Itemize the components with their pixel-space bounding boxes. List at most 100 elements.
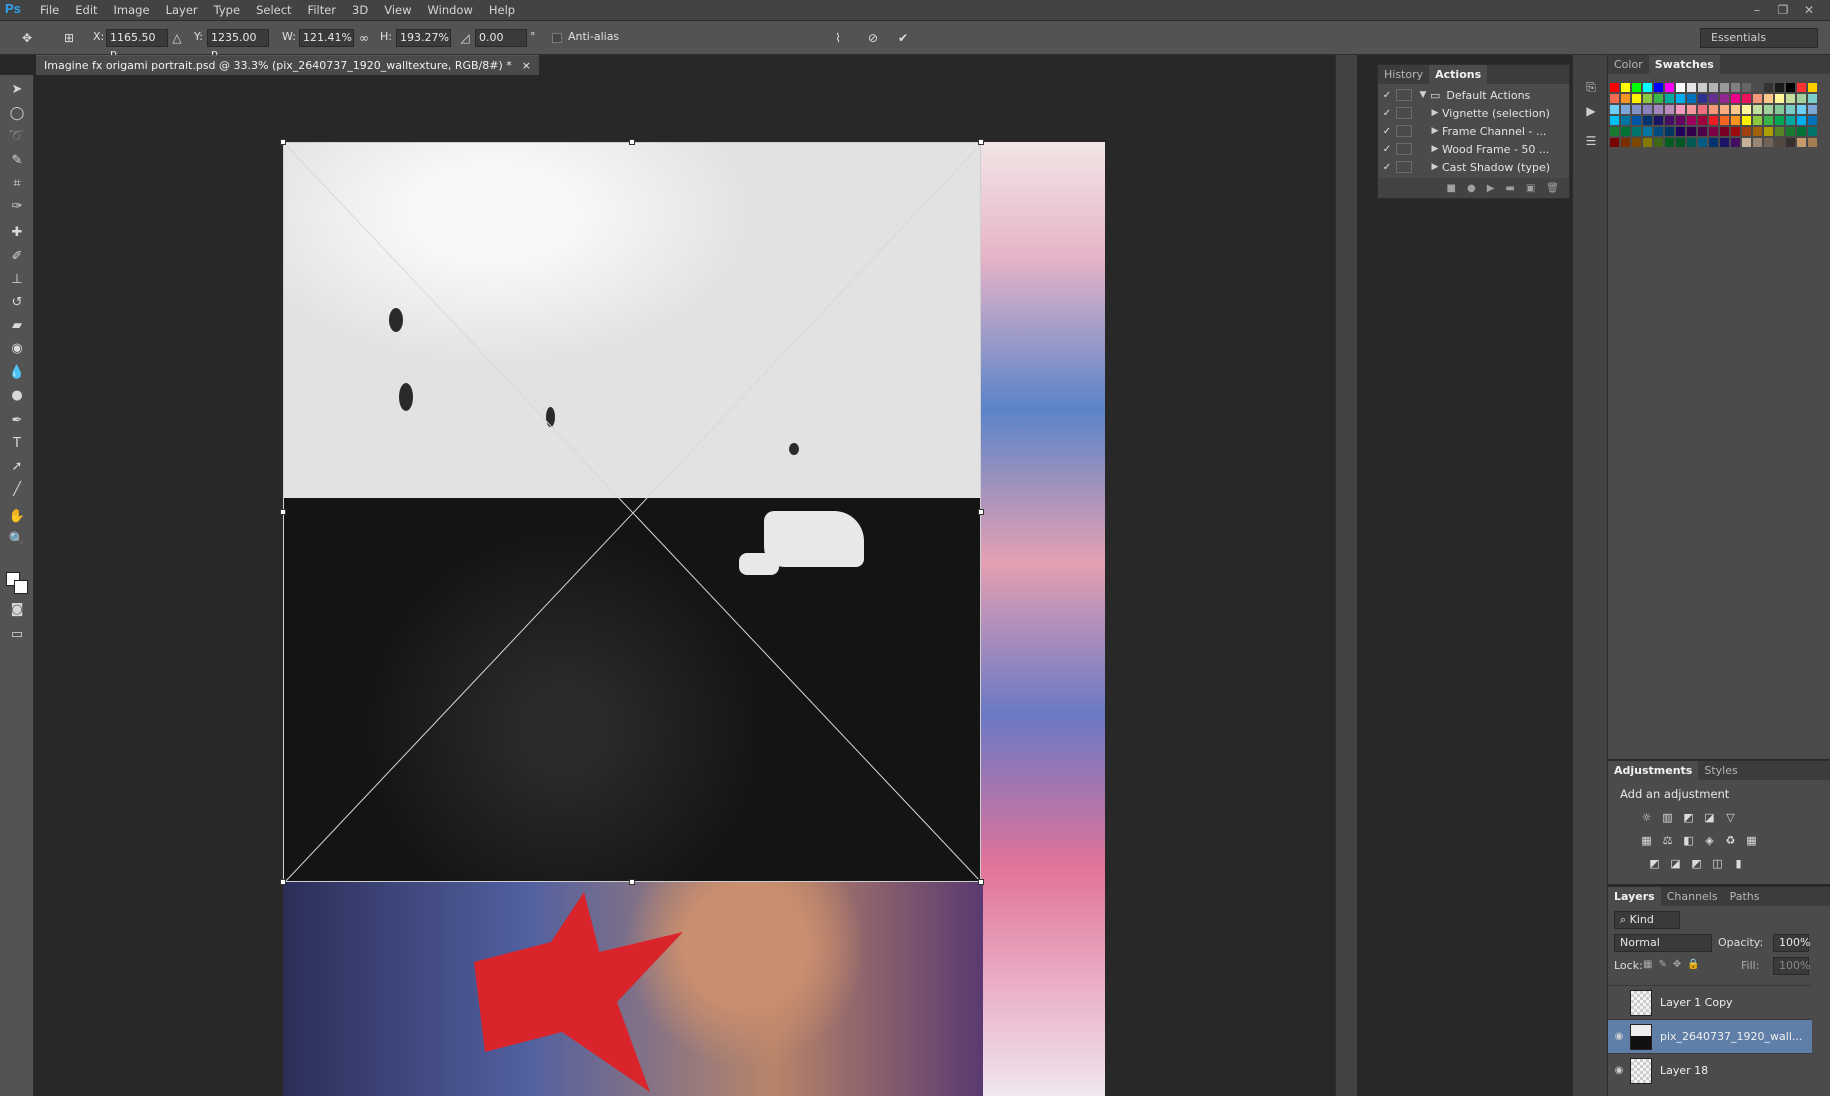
swatch[interactable] xyxy=(1786,138,1795,147)
action-set-default[interactable]: ✓ ▼ ▭ Default Actions xyxy=(1378,86,1569,104)
swatch[interactable] xyxy=(1610,105,1619,114)
invert-icon[interactable]: ◩ xyxy=(1648,857,1661,870)
background-color-swatch[interactable] xyxy=(14,580,28,594)
dialog-toggle[interactable] xyxy=(1396,89,1412,101)
action-check[interactable]: ✓ xyxy=(1378,144,1396,155)
menu-edit[interactable]: Edit xyxy=(75,0,97,21)
swatch[interactable] xyxy=(1665,116,1674,125)
swatch[interactable] xyxy=(1786,83,1795,92)
swatch[interactable] xyxy=(1665,127,1674,136)
crop-tool-icon[interactable]: ⌗ xyxy=(7,174,27,194)
tab-styles[interactable]: Styles xyxy=(1698,761,1743,780)
y-field[interactable]: 1235.00 p xyxy=(207,29,269,60)
menu-file[interactable]: File xyxy=(40,0,59,21)
warp-mode-icon[interactable]: ⌇ xyxy=(829,29,847,47)
dialog-toggle[interactable] xyxy=(1396,107,1412,119)
blur-tool-icon[interactable]: 💧 xyxy=(7,363,27,383)
swatch[interactable] xyxy=(1698,116,1707,125)
swatch[interactable] xyxy=(1687,116,1696,125)
swatch[interactable] xyxy=(1731,127,1740,136)
clone-stamp-tool-icon[interactable]: ⊥ xyxy=(7,270,27,290)
layer-kind-filter[interactable]: ⌕ Kind xyxy=(1614,911,1680,929)
paint-bucket-tool-icon[interactable]: ◉ xyxy=(7,339,27,359)
swatch[interactable] xyxy=(1698,127,1707,136)
swatch[interactable] xyxy=(1797,83,1806,92)
eraser-tool-icon[interactable]: ▰ xyxy=(7,316,27,336)
swatch[interactable] xyxy=(1720,83,1729,92)
menu-layer[interactable]: Layer xyxy=(166,0,198,21)
swatch[interactable] xyxy=(1775,83,1784,92)
x-field[interactable]: 1165.50 p xyxy=(106,29,168,60)
swatch[interactable] xyxy=(1742,127,1751,136)
relative-position-icon[interactable]: △ xyxy=(170,29,184,47)
swatch[interactable] xyxy=(1731,94,1740,103)
swatch[interactable] xyxy=(1797,127,1806,136)
properties-panel-icon[interactable]: ☰ xyxy=(1581,131,1601,151)
selective-color-icon[interactable]: ◫ xyxy=(1711,857,1724,870)
fill-field[interactable]: 100% xyxy=(1773,957,1810,975)
dock-scrollbar[interactable] xyxy=(1335,55,1357,1096)
marquee-tool-icon[interactable]: ◯ xyxy=(7,104,27,124)
transform-handle-top[interactable] xyxy=(629,139,635,145)
swatch[interactable] xyxy=(1731,138,1740,147)
swatch[interactable] xyxy=(1632,105,1641,114)
document-tab[interactable]: Imagine fx origami portrait.psd @ 33.3% … xyxy=(36,55,539,75)
zoom-tool-icon[interactable]: 🔍 xyxy=(7,530,27,550)
menu-3d[interactable]: 3D xyxy=(352,0,368,21)
play-icon[interactable]: ▶ xyxy=(1487,183,1495,194)
swatch[interactable] xyxy=(1808,138,1817,147)
swatch[interactable] xyxy=(1676,138,1685,147)
path-selection-tool-icon[interactable]: ➚ xyxy=(7,457,27,477)
menu-image[interactable]: Image xyxy=(114,0,150,21)
tab-channels[interactable]: Channels xyxy=(1661,887,1724,906)
swatch[interactable] xyxy=(1687,94,1696,103)
swatch[interactable] xyxy=(1698,94,1707,103)
reference-point-icon[interactable]: ⊞ xyxy=(60,29,78,47)
actions-panel-icon[interactable]: ▶ xyxy=(1581,101,1601,121)
dialog-toggle[interactable] xyxy=(1396,161,1412,173)
swatch[interactable] xyxy=(1610,94,1619,103)
swatch[interactable] xyxy=(1742,138,1751,147)
swatch[interactable] xyxy=(1676,105,1685,114)
delete-icon[interactable]: 🗑 xyxy=(1546,183,1559,194)
height-field[interactable]: 193.27% xyxy=(396,29,451,47)
swatch[interactable] xyxy=(1786,94,1795,103)
layer-row[interactable]: ◉ Layer 18 xyxy=(1608,1053,1812,1087)
opacity-field[interactable]: 100% xyxy=(1773,934,1810,952)
brush-tool-icon[interactable]: ✐ xyxy=(7,247,27,267)
swatch[interactable] xyxy=(1753,127,1762,136)
swatch[interactable] xyxy=(1654,83,1663,92)
transform-handle-left[interactable] xyxy=(280,509,286,515)
swatch[interactable] xyxy=(1753,138,1762,147)
screen-mode-icon[interactable]: ▭ xyxy=(7,625,27,645)
swatch[interactable] xyxy=(1687,105,1696,114)
swatch[interactable] xyxy=(1709,105,1718,114)
swatch[interactable] xyxy=(1786,116,1795,125)
swatch[interactable] xyxy=(1621,83,1630,92)
move-tool-preset-icon[interactable]: ✥ xyxy=(18,29,36,47)
swatch[interactable] xyxy=(1698,105,1707,114)
swatch[interactable] xyxy=(1797,105,1806,114)
swatch[interactable] xyxy=(1632,138,1641,147)
tab-color[interactable]: Color xyxy=(1608,55,1649,74)
transform-handle-bottom[interactable] xyxy=(629,879,635,885)
healing-brush-tool-icon[interactable]: ✚ xyxy=(7,223,27,243)
swatch[interactable] xyxy=(1632,94,1641,103)
swatch[interactable] xyxy=(1676,116,1685,125)
swatch[interactable] xyxy=(1764,94,1773,103)
menu-view[interactable]: View xyxy=(384,0,411,21)
posterize-icon[interactable]: ◪ xyxy=(1669,857,1682,870)
quick-selection-tool-icon[interactable]: ✎ xyxy=(7,151,27,171)
swatch[interactable] xyxy=(1665,83,1674,92)
swatch[interactable] xyxy=(1720,138,1729,147)
swatch[interactable] xyxy=(1764,127,1773,136)
swatch[interactable] xyxy=(1731,83,1740,92)
swatch[interactable] xyxy=(1808,83,1817,92)
swatch[interactable] xyxy=(1643,94,1652,103)
expand-triangle-icon[interactable]: ▶ xyxy=(1428,126,1442,136)
expand-triangle-icon[interactable]: ▶ xyxy=(1428,162,1442,172)
swatch[interactable] xyxy=(1621,94,1630,103)
levels-icon[interactable]: ▥ xyxy=(1661,811,1674,824)
history-panel-icon[interactable]: ⎘ xyxy=(1581,77,1601,97)
history-brush-tool-icon[interactable]: ↺ xyxy=(7,293,27,313)
